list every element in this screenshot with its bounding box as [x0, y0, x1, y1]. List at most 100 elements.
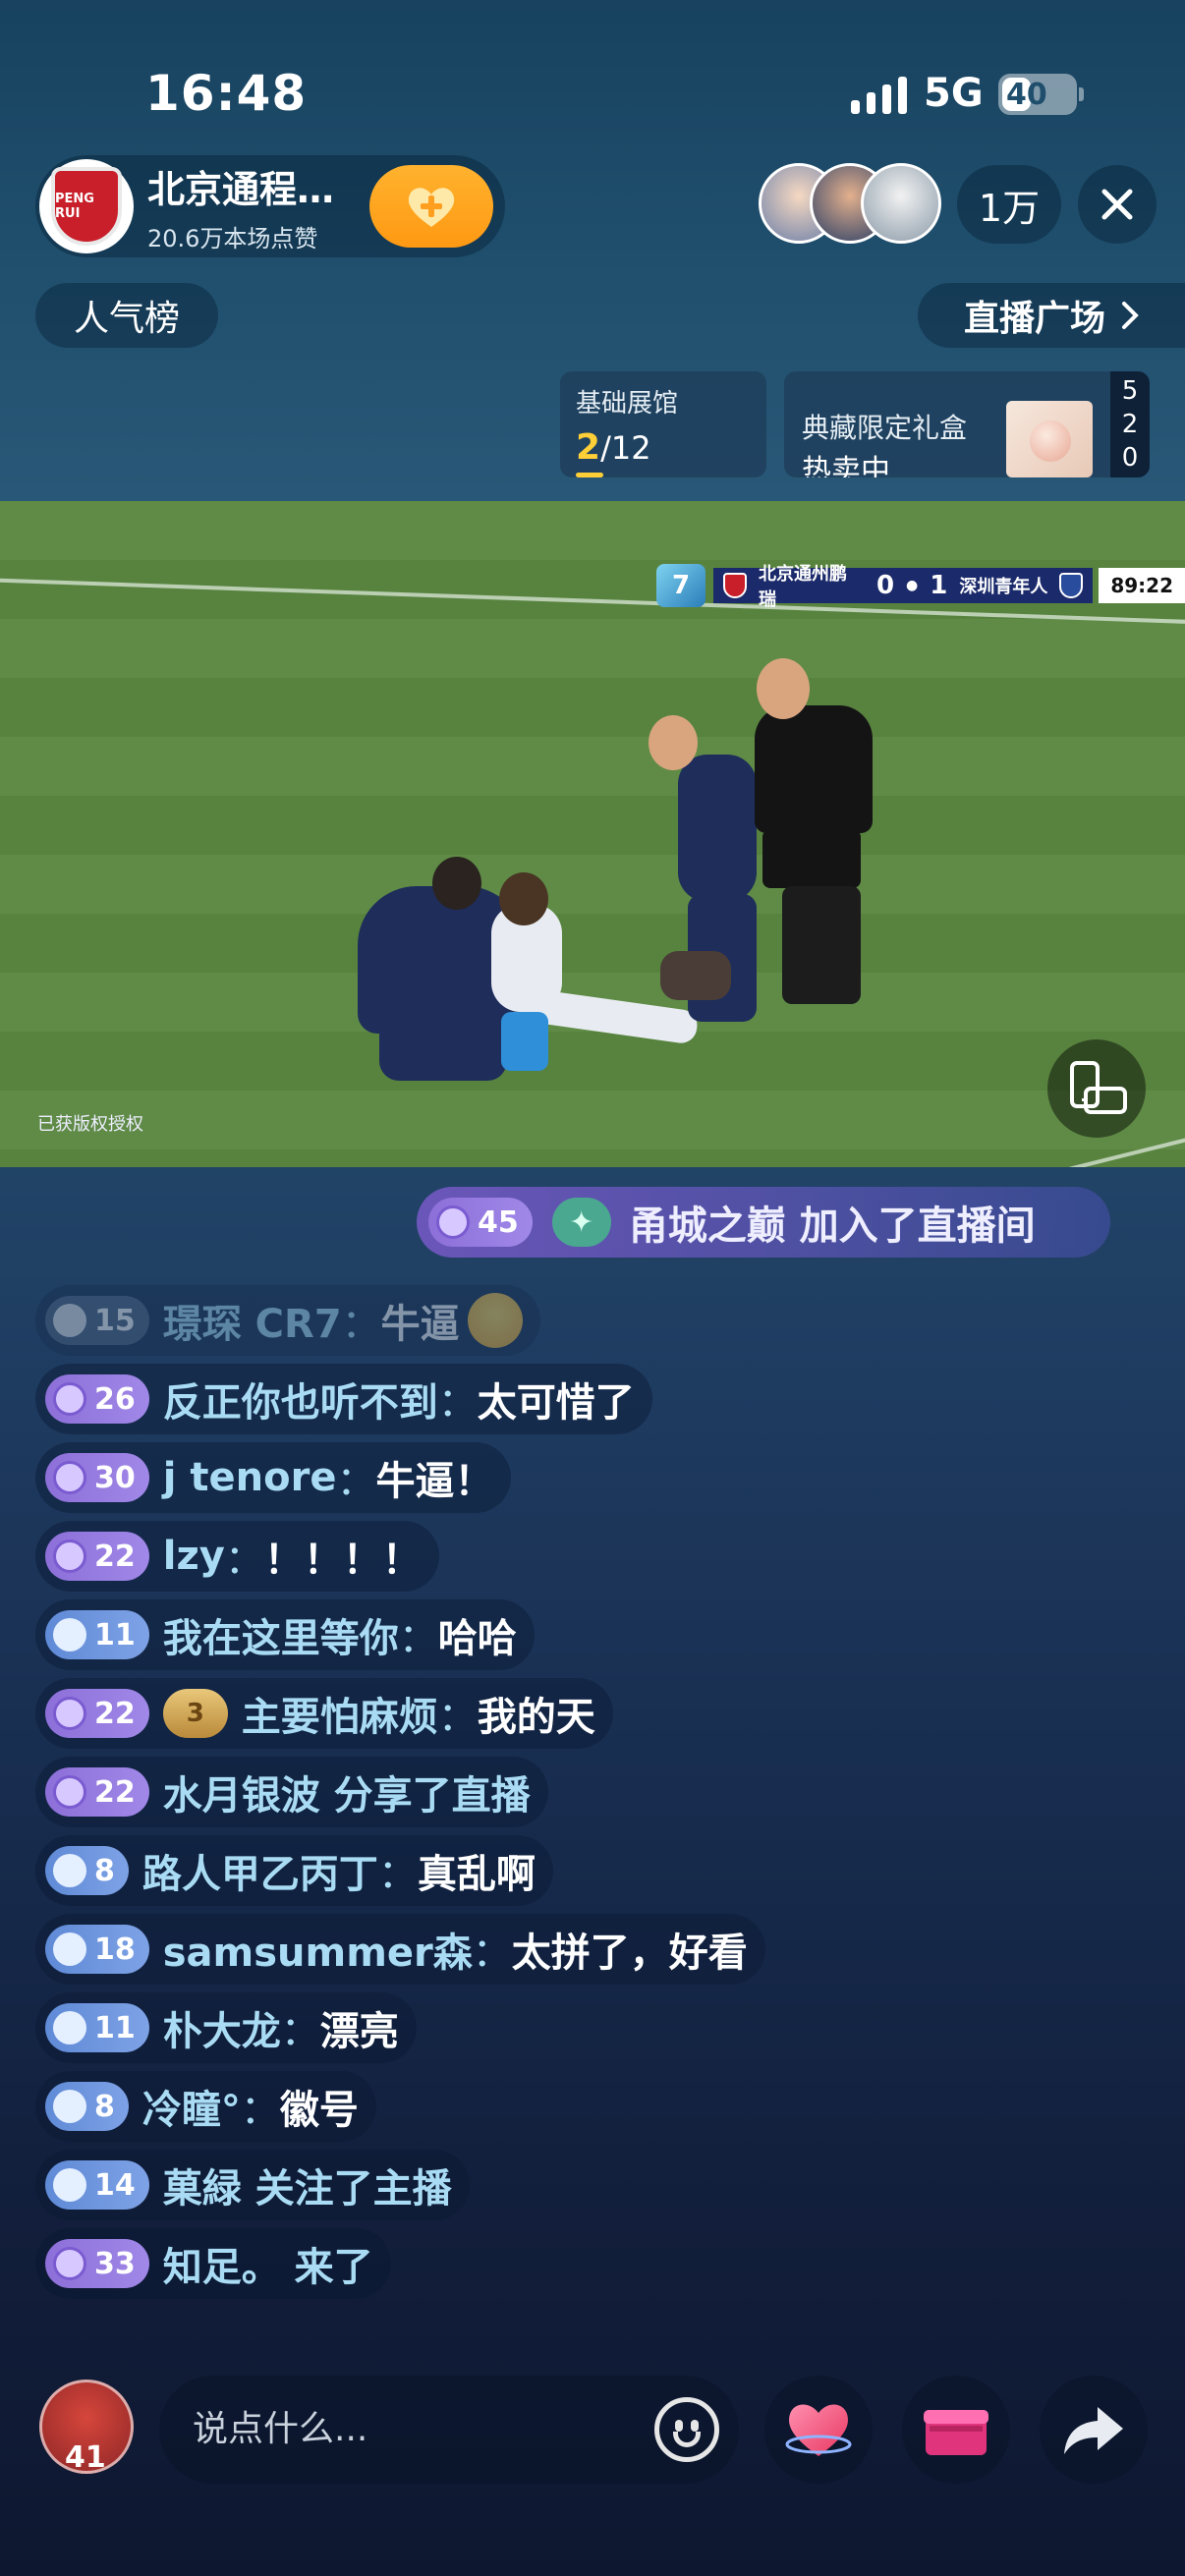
level-gem-icon [53, 2168, 86, 2202]
chat-username[interactable]: 朴大龙 [163, 1999, 281, 2056]
popularity-rank-button[interactable]: 人气榜 [35, 283, 218, 348]
club-crest-icon: PENG RUI [51, 167, 122, 246]
share-button[interactable] [1040, 2376, 1148, 2484]
user-level-badge: 18 [45, 1925, 149, 1974]
user-level-badge: 14 [45, 2160, 149, 2210]
chat-row: 22 lzy：！！！！ [35, 1521, 1018, 1599]
match-clock: 89:22 [1099, 568, 1185, 603]
chat-username[interactable]: 路人甲乙丙丁 [142, 1842, 378, 1899]
referee-head [757, 658, 810, 719]
chat-username[interactable]: samsummer森 [163, 1921, 473, 1978]
user-level-badge: 22 [45, 1767, 149, 1817]
close-button[interactable] [1078, 165, 1157, 244]
live-video[interactable]: 7 北京通州鹏瑞 0 ● 1 深圳青年人 89:22 已获版权授权 [0, 501, 1185, 1167]
follow-button[interactable] [369, 165, 493, 248]
chat-message[interactable]: 26 反正你也听不到：太可惜了 [35, 1364, 652, 1434]
top-viewer-avatars[interactable] [759, 163, 945, 248]
level-gem-icon [53, 1775, 86, 1809]
chat-message[interactable]: 14 菓緑 关注了主播 [35, 2150, 470, 2220]
chat-message[interactable]: 18 samsummer森：太拼了，好看 [35, 1914, 765, 1985]
battery-icon: 40 [998, 74, 1084, 115]
chat-username[interactable]: 璟琛 CR7 [163, 1292, 342, 1349]
level-gem-icon [53, 1618, 86, 1652]
chat-username[interactable]: 反正你也听不到 [163, 1371, 438, 1428]
viewer-avatar[interactable] [861, 163, 941, 244]
user-level-badge: 22 [45, 1689, 149, 1738]
emoji-icon[interactable] [654, 2397, 719, 2462]
gift-box-icon [924, 2410, 988, 2455]
hall-title: 基础展馆 [576, 389, 679, 419]
player-head [499, 872, 548, 925]
level-gem-icon [53, 1382, 86, 1416]
exhibition-hall-card[interactable]: 基础展馆 2/12 [560, 371, 766, 477]
chat-row: 33 知足。 来了 [35, 2228, 1018, 2307]
user-level-badge: 26 [45, 1374, 149, 1424]
chat-message[interactable]: 30 j tenore：牛逼！ [35, 1442, 512, 1513]
chat-row: 15 璟琛 CR7：牛逼 [35, 1285, 1018, 1364]
host-info-pill[interactable]: PENG RUI 北京通程… 20.6万本场点赞 [35, 155, 505, 257]
chat-row: 26 反正你也听不到：太可惜了 [35, 1364, 1018, 1442]
level-gem-icon [53, 1854, 86, 1887]
chat-message[interactable]: 11 朴大龙：漂亮 [35, 1992, 417, 2063]
home-team-badge-icon [722, 573, 747, 598]
gift-box-card[interactable]: 典藏限定礼盒 热卖中 520 [784, 371, 1150, 477]
live-plaza-label: 直播广场 [963, 299, 1105, 339]
chat-row: 11 朴大龙：漂亮 [35, 1992, 1018, 2071]
share-arrow-icon [1064, 2407, 1123, 2454]
user-level-badge: 11 [45, 1610, 149, 1659]
signal-icon [851, 75, 907, 114]
level-gem-icon [436, 1205, 470, 1239]
heart-icon [785, 2404, 852, 2456]
gift-status: 热卖中 [802, 454, 890, 477]
gift-button[interactable] [902, 2376, 1010, 2484]
chat-message[interactable]: 22 lzy：！！！！ [35, 1521, 439, 1592]
ball-icon: ● [906, 578, 919, 593]
user-level-badge: 45 [428, 1198, 533, 1247]
comment-box[interactable] [159, 2376, 739, 2484]
chat-list[interactable]: 15 璟琛 CR7：牛逼 26 反正你也听不到：太可惜了 30 j tenore：牛逼！ 2… [35, 1285, 1018, 2307]
host-name: 北京通程… [147, 168, 335, 211]
chat-system-text: 关注了主播 [241, 2166, 452, 2212]
chat-username[interactable]: 我在这里等你 [163, 1606, 399, 1663]
rotate-screen-button[interactable] [1047, 1039, 1146, 1138]
chat-username[interactable]: 冷瞳° [142, 2078, 241, 2135]
viewer-count-button[interactable]: 1万 [957, 165, 1061, 244]
chat-row: 30 j tenore：牛逼！ [35, 1442, 1018, 1521]
chat-message[interactable]: 11 我在这里等你：哈哈 [35, 1599, 535, 1670]
chat-message[interactable]: 22 3 主要怕麻烦：我的天 [35, 1678, 613, 1749]
join-text: 甬城之巅 加入了直播间 [628, 1204, 1036, 1249]
host-avatar[interactable]: PENG RUI [39, 159, 134, 253]
chat-separator: ： [224, 1538, 264, 1583]
level-gem-icon [53, 2247, 86, 2280]
fan-club-count: 41 [65, 2440, 106, 2475]
chat-separator: ： [240, 2088, 280, 2133]
close-icon [1101, 189, 1133, 220]
chat-content: 我的天 [477, 1695, 595, 1740]
chat-username[interactable]: 菓緑 [163, 2156, 242, 2213]
medic-bag [660, 951, 731, 1000]
chat-separator: ： [377, 1852, 418, 1897]
like-button[interactable] [764, 2376, 873, 2484]
user-level-badge: 22 [45, 1532, 149, 1581]
host-likes: 20.6万本场点赞 [147, 225, 318, 252]
gift-title: 典藏限定礼盒 [802, 412, 968, 444]
join-notification: 45 ✦ 甬城之巅 加入了直播间 [417, 1187, 1110, 1258]
chat-message[interactable]: 8 路人甲乙丙丁：真乱啊 [35, 1835, 553, 1906]
chat-username[interactable]: 水月银波 [163, 1764, 320, 1820]
chat-username[interactable]: 主要怕麻烦 [242, 1685, 438, 1742]
chat-message[interactable]: 8 冷瞳°：徽号 [35, 2071, 376, 2142]
chat-username[interactable]: 知足。 [163, 2235, 281, 2292]
home-score: 0 [875, 571, 895, 600]
chat-username[interactable]: j tenore [163, 1455, 337, 1500]
chat-message[interactable]: 33 知足。 来了 [35, 2228, 391, 2299]
comment-input[interactable] [193, 2399, 645, 2458]
chat-message[interactable]: 22 水月银波 分享了直播 [35, 1757, 548, 1827]
chat-message[interactable]: 15 璟琛 CR7：牛逼 [35, 1285, 540, 1356]
network-type: 5G [924, 71, 984, 116]
chat-username[interactable]: lzy [163, 1534, 225, 1579]
live-plaza-button[interactable]: 直播广场 [918, 283, 1185, 348]
chat-content: 徽号 [279, 2088, 359, 2133]
copyright-notice: 已获版权授权 [37, 1114, 143, 1135]
medic-head [649, 715, 698, 770]
status-bar: 16:48 5G 40 [0, 0, 1185, 147]
